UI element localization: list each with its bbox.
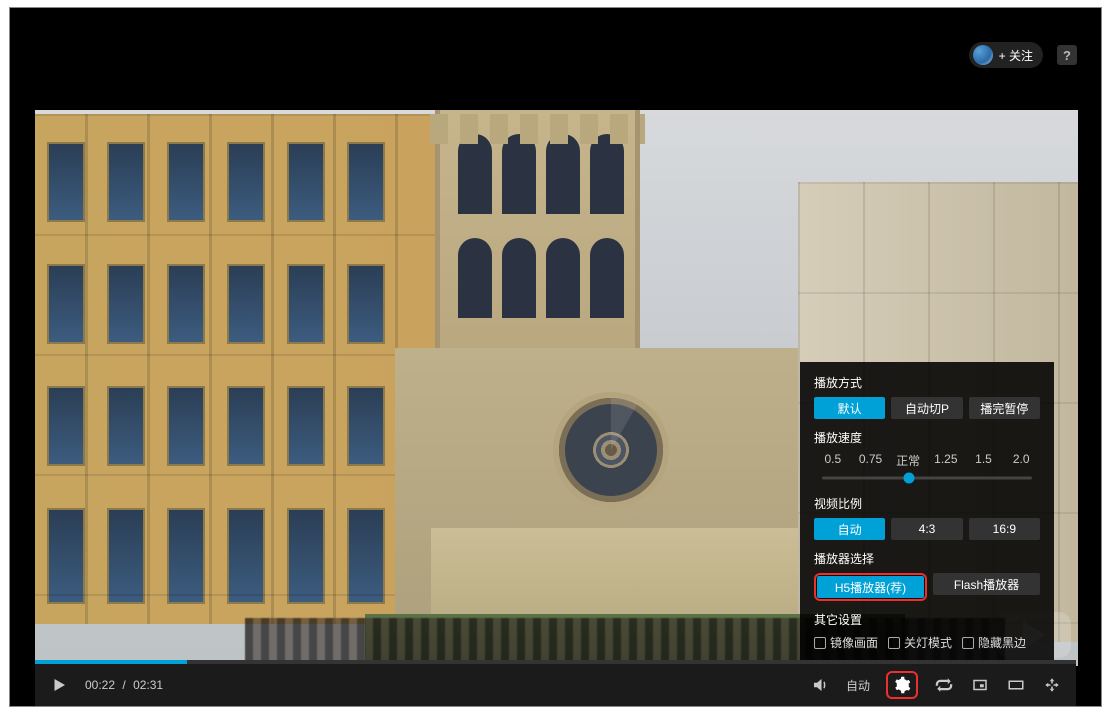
video-player: + 关注 ? (9, 7, 1102, 707)
annotation-settings-button (886, 671, 918, 699)
speed-title: 播放速度 (814, 429, 1040, 446)
play-mode-title: 播放方式 (814, 374, 1040, 391)
player-choice-h5[interactable]: H5播放器(荐) (817, 576, 924, 598)
aspect-title: 视频比例 (814, 495, 1040, 512)
play-button[interactable] (49, 675, 69, 695)
time-display: 00:22 / 02:31 (85, 678, 163, 692)
speed-0_75[interactable]: 0.75 (852, 452, 890, 469)
play-mode-pause-end[interactable]: 播完暂停 (969, 397, 1040, 419)
misc-lights-off-label: 关灯模式 (904, 634, 952, 651)
wide-icon (1007, 676, 1025, 694)
volume-button[interactable] (810, 675, 830, 695)
checkbox-icon (888, 637, 900, 649)
aspect-4-3[interactable]: 4:3 (891, 518, 962, 540)
checkbox-icon (962, 637, 974, 649)
total-time: 02:31 (133, 678, 163, 692)
fullscreen-button[interactable] (1042, 675, 1062, 695)
speed-0_5[interactable]: 0.5 (814, 452, 852, 469)
current-time: 00:22 (85, 678, 115, 692)
speed-2_0[interactable]: 2.0 (1002, 452, 1040, 469)
loop-button[interactable] (934, 675, 954, 695)
play-icon (50, 676, 68, 694)
speed-1_5[interactable]: 1.5 (965, 452, 1003, 469)
speed-section: 播放速度 0.5 0.75 正常 1.25 1.5 2.0 (814, 429, 1040, 485)
player-choice-title: 播放器选择 (814, 550, 1040, 567)
control-bar: 00:22 / 02:31 自动 (35, 664, 1076, 706)
wide-screen-button[interactable] (1006, 675, 1026, 695)
progress-played (35, 660, 187, 664)
misc-hide-bars-label: 隐藏黑边 (978, 634, 1026, 651)
top-right-controls: + 关注 ? (969, 42, 1077, 68)
aspect-16-9[interactable]: 16:9 (969, 518, 1040, 540)
follow-label: + 关注 (999, 47, 1033, 64)
follow-button[interactable]: + 关注 (969, 42, 1043, 68)
misc-lights-off[interactable]: 关灯模式 (888, 634, 952, 651)
checkbox-icon (814, 637, 826, 649)
speed-slider[interactable] (814, 471, 1040, 485)
fullscreen-icon (1043, 676, 1061, 694)
misc-title: 其它设置 (814, 611, 1040, 628)
help-label: ? (1063, 48, 1071, 63)
misc-hide-bars[interactable]: 隐藏黑边 (962, 634, 1026, 651)
play-mode-section: 播放方式 默认 自动切P 播完暂停 (814, 374, 1040, 419)
player-choice-section: 播放器选择 H5播放器(荐) Flash播放器 (814, 550, 1040, 601)
player-choice-flash[interactable]: Flash播放器 (933, 573, 1040, 595)
settings-panel: 播放方式 默认 自动切P 播完暂停 播放速度 0.5 0.75 正常 1.25 … (800, 362, 1054, 663)
uploader-avatar (973, 45, 993, 65)
misc-section: 其它设置 镜像画面 关灯模式 隐藏黑边 (814, 611, 1040, 651)
speed-slider-thumb[interactable] (903, 473, 914, 484)
speed-1_25[interactable]: 1.25 (927, 452, 965, 469)
annotation-player-h5: H5播放器(荐) (814, 573, 927, 601)
settings-button[interactable] (892, 675, 912, 695)
aspect-section: 视频比例 自动 4:3 16:9 (814, 495, 1040, 540)
progress-bar[interactable] (35, 660, 1076, 664)
loop-icon (935, 676, 953, 694)
speed-normal[interactable]: 正常 (889, 452, 927, 469)
volume-icon (811, 676, 829, 694)
misc-mirror[interactable]: 镜像画面 (814, 634, 878, 651)
pip-button[interactable] (970, 675, 990, 695)
aspect-auto[interactable]: 自动 (814, 518, 885, 540)
gear-icon (893, 676, 911, 694)
time-separator: / (118, 678, 129, 692)
play-mode-auto-next[interactable]: 自动切P (891, 397, 962, 419)
help-button[interactable]: ? (1057, 45, 1077, 65)
pip-icon (971, 676, 989, 694)
misc-mirror-label: 镜像画面 (830, 634, 878, 651)
quality-selector[interactable]: 自动 (846, 677, 870, 694)
play-mode-default[interactable]: 默认 (814, 397, 885, 419)
